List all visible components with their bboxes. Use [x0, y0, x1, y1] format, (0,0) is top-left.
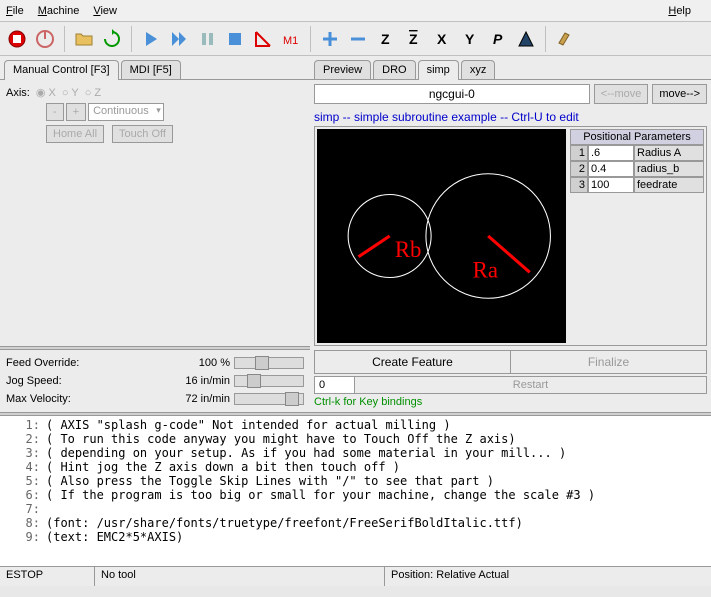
param-name: feedrate [634, 177, 704, 193]
axis-x-radio: ◉ X [36, 86, 56, 99]
ngcgui-title: ngcgui-0 [314, 84, 590, 104]
jog-speed-slider[interactable] [234, 375, 304, 387]
svg-text:X: X [437, 31, 447, 47]
jog-speed-value: 16 in/min [174, 375, 234, 387]
estop-icon[interactable] [4, 26, 30, 52]
statusbar: ESTOP No tool Position: Relative Actual [0, 566, 711, 586]
menu-machine[interactable]: Machine [38, 5, 80, 17]
svg-text:Z: Z [409, 31, 418, 47]
left-tabs: Manual Control [F3] MDI [F5] [0, 56, 310, 80]
menu-view[interactable]: View [93, 5, 117, 17]
svg-text:Z: Z [381, 31, 390, 47]
param-value-input[interactable]: 100 [588, 177, 634, 193]
view-y-icon[interactable]: Y [457, 26, 483, 52]
step-icon[interactable] [166, 26, 192, 52]
move-left-button[interactable]: <--move [594, 84, 649, 104]
param-row: 20.4radius_b [570, 161, 704, 177]
param-row: 1.6Radius A [570, 145, 704, 161]
create-feature-button[interactable]: Create Feature [315, 351, 511, 373]
play-icon[interactable] [138, 26, 164, 52]
axis-y-radio: ○ Y [62, 87, 79, 99]
menu-file[interactable]: File [6, 5, 24, 17]
restart-button[interactable]: Restart [355, 377, 706, 393]
param-index: 2 [570, 161, 588, 177]
param-row: 3100feedrate [570, 177, 704, 193]
zoom-in-icon[interactable] [317, 26, 343, 52]
restart-number[interactable]: 0 [315, 377, 355, 393]
feed-override-slider[interactable] [234, 357, 304, 369]
tab-dro[interactable]: DRO [373, 60, 415, 79]
view-z2-icon[interactable]: Z [401, 26, 427, 52]
tab-xyz[interactable]: xyz [461, 60, 496, 79]
view-p-icon[interactable]: P [485, 26, 511, 52]
tab-preview[interactable]: Preview [314, 60, 371, 79]
subroutine-desc: simp -- simple subroutine example -- Ctr… [314, 110, 707, 124]
jog-plus-button[interactable]: + [66, 103, 86, 121]
view-z-icon[interactable]: Z [373, 26, 399, 52]
menubar: File Machine View Help [0, 0, 711, 22]
preview-canvas: Rb Ra [317, 129, 566, 343]
rb-label: Rb [395, 237, 422, 262]
axis-z-radio: ○ Z [85, 87, 101, 99]
move-right-button[interactable]: move--> [652, 84, 707, 104]
optional-stop-icon[interactable]: M1 [278, 26, 304, 52]
toolbar: M1 Z Z X Y P [0, 22, 711, 56]
param-value-input[interactable]: .6 [588, 145, 634, 161]
feed-override-label: Feed Override: [6, 357, 174, 369]
open-file-icon[interactable] [71, 26, 97, 52]
power-icon[interactable] [32, 26, 58, 52]
max-velocity-slider[interactable] [234, 393, 304, 405]
svg-text:Y: Y [465, 31, 475, 47]
home-all-button[interactable]: Home All [46, 125, 104, 143]
view-x-icon[interactable]: X [429, 26, 455, 52]
view-rotate-icon[interactable] [513, 26, 539, 52]
svg-text:M1: M1 [283, 35, 298, 47]
key-bindings-hint: Ctrl-k for Key bindings [314, 396, 707, 408]
right-tabs: Preview DRO simp xyz [310, 56, 711, 80]
menu-help[interactable]: Help [668, 5, 691, 17]
max-velocity-value: 72 in/min [174, 393, 234, 405]
feed-override-value: 100 % [174, 357, 234, 369]
param-value-input[interactable]: 0.4 [588, 161, 634, 177]
param-index: 3 [570, 177, 588, 193]
axis-label: Axis: [6, 87, 30, 99]
finalize-button[interactable]: Finalize [511, 351, 706, 373]
reload-icon[interactable] [99, 26, 125, 52]
tab-mdi[interactable]: MDI [F5] [121, 60, 181, 79]
param-name: radius_b [634, 161, 704, 177]
param-index: 1 [570, 145, 588, 161]
status-position: Position: Relative Actual [385, 567, 711, 586]
jog-mode-select[interactable]: Continuous [88, 103, 164, 121]
params-header: Positional Parameters [570, 129, 704, 145]
jog-speed-label: Jog Speed: [6, 375, 174, 387]
zoom-out-icon[interactable] [345, 26, 371, 52]
param-name: Radius A [634, 145, 704, 161]
status-tool: No tool [95, 567, 385, 586]
jog-minus-button[interactable]: - [46, 103, 64, 121]
tab-manual-control[interactable]: Manual Control [F3] [4, 60, 119, 79]
skip-lines-icon[interactable] [250, 26, 276, 52]
svg-text:P: P [493, 31, 503, 47]
pause-icon[interactable] [194, 26, 220, 52]
params-panel: Positional Parameters 1.6Radius A20.4rad… [570, 129, 704, 343]
stop-icon[interactable] [222, 26, 248, 52]
max-velocity-label: Max Velocity: [6, 393, 174, 405]
tab-simp[interactable]: simp [418, 60, 459, 79]
touch-off-button[interactable]: Touch Off [112, 125, 173, 143]
ra-label: Ra [473, 258, 498, 283]
gcode-listing: 1:( AXIS "splash g-code" Not intended fo… [0, 416, 711, 566]
status-estop: ESTOP [0, 567, 95, 586]
clear-plot-icon[interactable] [552, 26, 578, 52]
